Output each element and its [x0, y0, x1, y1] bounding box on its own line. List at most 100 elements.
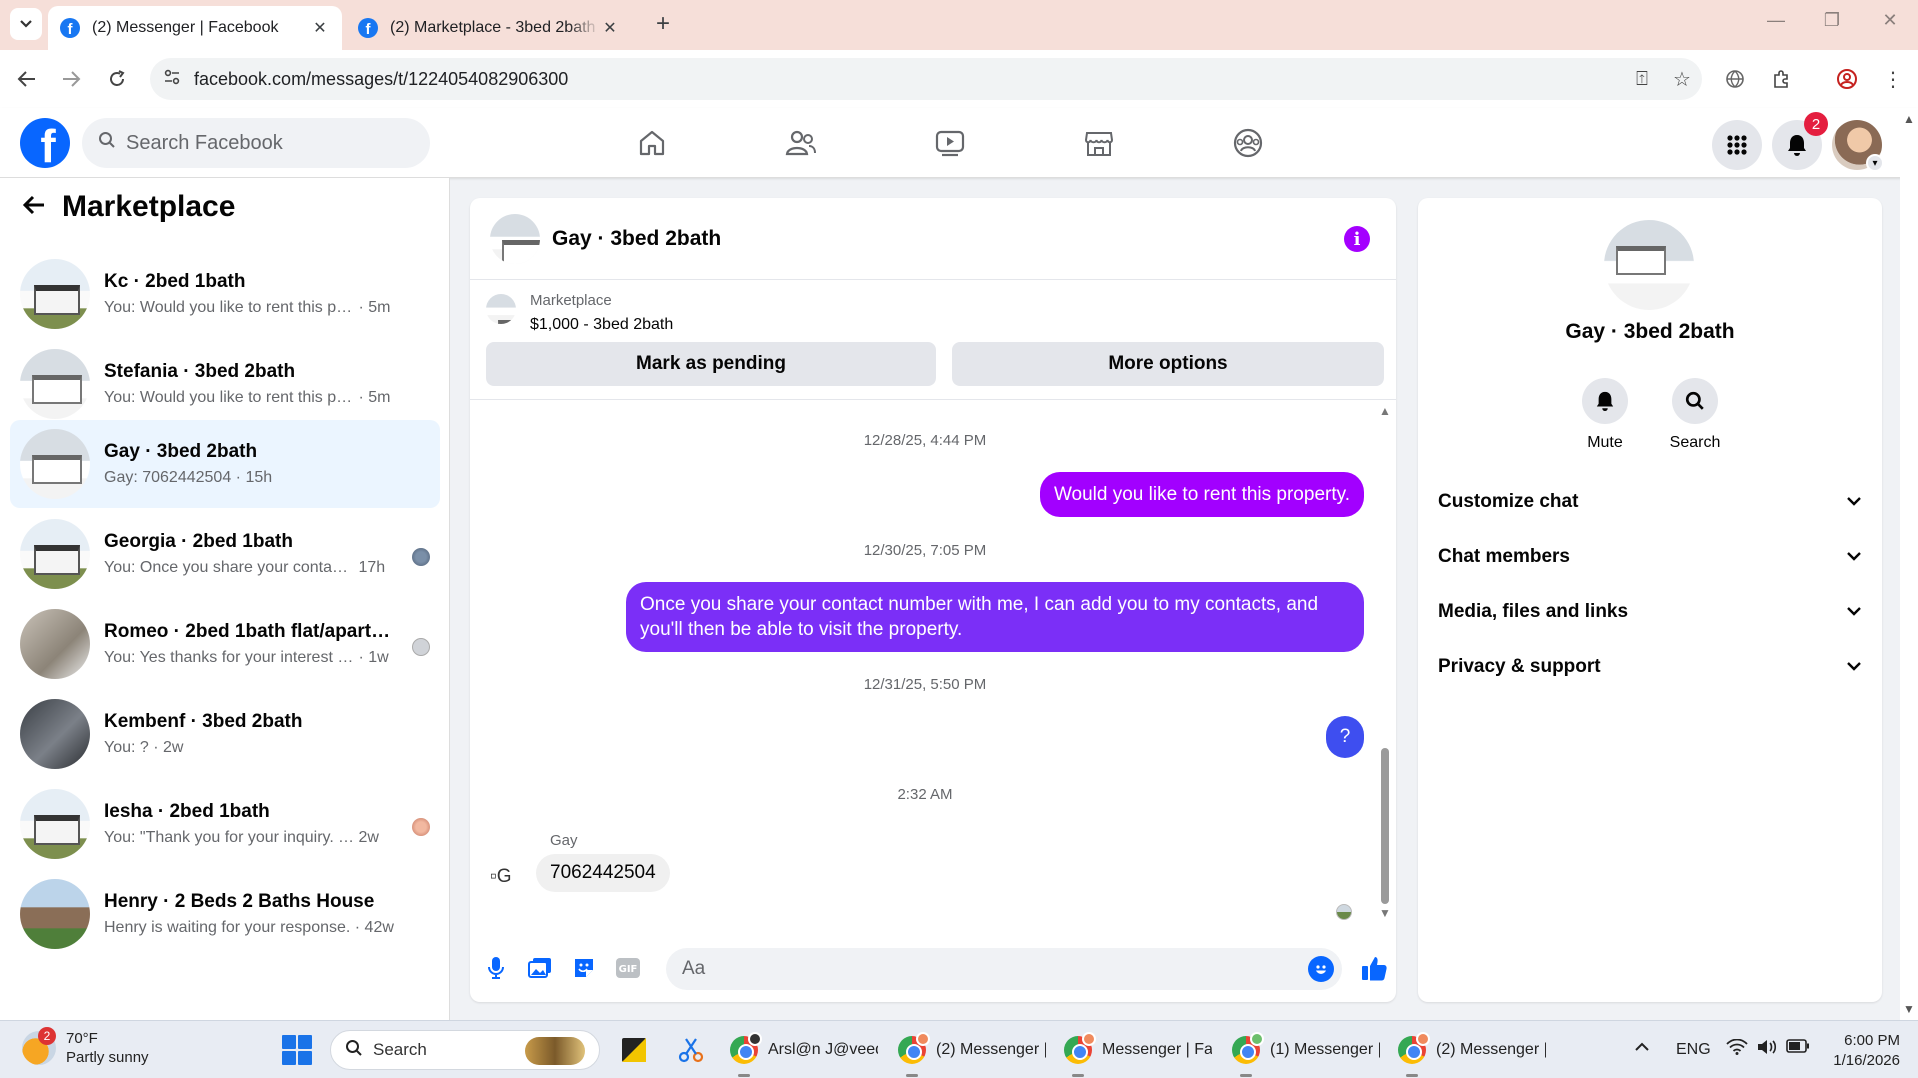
listing-price[interactable]: $1,000 - 3bed 2bath — [530, 316, 673, 334]
close-tab-icon[interactable]: ✕ — [600, 18, 620, 38]
chevron-down-icon[interactable]: ▾ — [1866, 154, 1884, 172]
privacy-support-section[interactable]: Privacy & support — [1438, 645, 1862, 689]
conversation-item[interactable]: Henry · 2 Beds 2 Baths House Henry is wa… — [10, 870, 440, 958]
conversation-item-selected[interactable]: Gay · 3bed 2bath Gay: 7062442504 · 15h — [10, 420, 440, 508]
conversation-item[interactable]: Romeo · 2bed 1bath flat/apartment You: Y… — [10, 600, 440, 688]
nav-watch[interactable] — [920, 118, 980, 168]
conversation-item[interactable]: Kembenf · 3bed 2bath You: ? · 2w — [10, 690, 440, 778]
chrome-profile-icon[interactable] — [1830, 64, 1864, 94]
weather-widget[interactable]: 2 70°F Partly sunny — [22, 1027, 149, 1067]
nav-friends[interactable] — [771, 118, 831, 168]
page-scrollbar[interactable]: ▲ ▼ — [1900, 108, 1918, 1020]
message-timestamp: 2:32 AM — [897, 786, 953, 803]
restore-button[interactable]: ❐ — [1812, 10, 1852, 31]
weather-condition: Partly sunny — [66, 1049, 149, 1066]
snipping-tool-app[interactable] — [676, 1031, 706, 1069]
taskbar-chrome-window[interactable]: Messenger | Facebook — [1064, 1031, 1212, 1077]
translate-globe-icon[interactable] — [1718, 64, 1752, 94]
conversation-item[interactable]: Iesha · 2bed 1bath You: "Thank you for y… — [10, 780, 440, 868]
conversation-item[interactable]: Kc · 2bed 1bath You: Would you like to r… — [10, 250, 440, 338]
conversation-avatar — [20, 259, 90, 329]
conversation-item[interactable]: Stefania · 3bed 2bath You: Would you lik… — [10, 340, 440, 428]
listing-thumbnail[interactable] — [486, 294, 516, 324]
like-button[interactable] — [1352, 946, 1396, 990]
scroll-up-arrow[interactable]: ▲ — [1903, 112, 1915, 126]
incoming-message[interactable]: 7062442504 — [536, 854, 670, 892]
sticker-button[interactable] — [562, 946, 606, 990]
nav-home[interactable] — [622, 118, 682, 168]
taskbar-chrome-window[interactable]: (2) Messenger | Facebook — [898, 1031, 1046, 1077]
tab-messenger[interactable]: f (2) Messenger | Facebook ✕ — [48, 6, 342, 50]
conversation-name: Kembenf · 3bed 2bath — [104, 711, 303, 732]
close-window-button[interactable]: ✕ — [1870, 10, 1910, 31]
conversation-item[interactable]: Georgia · 2bed 1bath You: Once you share… — [10, 510, 440, 598]
scroll-up-arrow[interactable]: ▲ — [1378, 404, 1392, 418]
system-clock[interactable]: 6:00 PM 1/16/2026 — [1820, 1031, 1900, 1071]
nav-groups[interactable] — [1218, 118, 1278, 168]
nav-marketplace[interactable] — [1069, 118, 1129, 168]
customize-chat-section[interactable]: Customize chat — [1438, 480, 1862, 524]
forward-button[interactable] — [56, 64, 86, 94]
taskbar-app-title: Messenger | Facebook — [1102, 1041, 1212, 1058]
facebook-logo[interactable]: f — [20, 118, 70, 168]
volume-icon[interactable] — [1756, 1039, 1778, 1060]
chat-title[interactable]: Gay · 3bed 2bath — [552, 227, 721, 251]
conversation-time: 2w — [163, 739, 184, 756]
chrome-menu-icon[interactable]: ⋮ — [1876, 64, 1910, 94]
taskbar-chrome-window[interactable]: (2) Messenger | Facebook — [1398, 1031, 1546, 1077]
outgoing-message[interactable]: ? — [1326, 716, 1364, 758]
search-highlight-art — [525, 1037, 585, 1065]
bookmark-star-icon[interactable]: ☆ — [1662, 67, 1702, 92]
new-tab-button[interactable]: + — [648, 10, 678, 38]
site-info-icon[interactable] — [150, 69, 194, 89]
tab-marketplace[interactable]: f (2) Marketplace - 3bed 2bath | Faceboo… — [346, 6, 636, 50]
taskbar-chrome-window[interactable]: Arsl@n J@veed — [730, 1031, 878, 1077]
extensions-puzzle-icon[interactable] — [1764, 64, 1798, 94]
message-input[interactable] — [666, 948, 1342, 990]
address-bar[interactable]: facebook.com/messages/t/1224054082906300… — [150, 58, 1702, 100]
mute-button[interactable]: Mute — [1560, 378, 1650, 452]
chevron-down-icon — [1846, 603, 1862, 621]
scroll-down-arrow[interactable]: ▼ — [1903, 1002, 1915, 1016]
outgoing-message[interactable]: Once you share your contact number with … — [626, 582, 1364, 652]
notification-count-badge: 2 — [1804, 112, 1828, 136]
tab-title: (2) Marketplace - 3bed 2bath | Facebook — [390, 19, 600, 36]
chat-scrollbar-thumb[interactable] — [1381, 748, 1389, 904]
facebook-search[interactable]: Search Facebook — [82, 118, 430, 168]
mark-as-pending-button[interactable]: Mark as pending — [486, 342, 936, 386]
voice-clip-button[interactable] — [474, 946, 518, 990]
details-avatar[interactable] — [1604, 220, 1694, 310]
install-app-icon[interactable]: ⍐ — [1622, 68, 1662, 91]
conversation-time: 15h — [245, 469, 273, 486]
back-arrow-icon[interactable] — [22, 190, 62, 224]
close-tab-icon[interactable]: ✕ — [310, 18, 330, 38]
conversation-time: 2w — [358, 829, 379, 846]
input-language[interactable]: ENG — [1676, 1041, 1711, 1059]
chat-avatar[interactable] — [490, 213, 540, 264]
message-text-field[interactable] — [682, 958, 1242, 980]
search-in-conversation-button[interactable]: Search — [1650, 378, 1740, 452]
scroll-down-arrow[interactable]: ▼ — [1378, 906, 1392, 920]
outgoing-message[interactable]: Would you like to rent this property. — [1039, 472, 1364, 517]
back-button[interactable] — [12, 64, 42, 94]
sticky-notes-app[interactable] — [620, 1031, 648, 1069]
battery-icon[interactable] — [1786, 1039, 1810, 1058]
media-files-links-section[interactable]: Media, files and links — [1438, 590, 1862, 634]
tab-search-button[interactable] — [10, 8, 42, 40]
smiley-icon — [1316, 965, 1326, 974]
conversation-snippet: You: "Thank you for your inquiry. The — [104, 829, 354, 846]
emoji-button[interactable] — [1308, 956, 1334, 982]
reload-button[interactable] — [102, 64, 132, 94]
menu-button[interactable] — [1712, 120, 1762, 170]
taskbar-chrome-window[interactable]: (1) Messenger | Facebook — [1232, 1031, 1380, 1077]
minimize-button[interactable]: — — [1756, 10, 1796, 31]
start-button[interactable] — [282, 1035, 312, 1065]
taskbar-search[interactable]: Search — [330, 1030, 600, 1070]
wifi-icon[interactable] — [1726, 1038, 1748, 1060]
info-icon[interactable]: i — [1344, 226, 1370, 252]
gif-button[interactable]: GIF — [606, 946, 650, 990]
show-hidden-icons-chevron-up-icon[interactable] — [1634, 1039, 1650, 1057]
chat-members-section[interactable]: Chat members — [1438, 535, 1862, 579]
attach-media-button[interactable] — [518, 946, 562, 990]
more-options-button[interactable]: More options — [952, 342, 1384, 386]
